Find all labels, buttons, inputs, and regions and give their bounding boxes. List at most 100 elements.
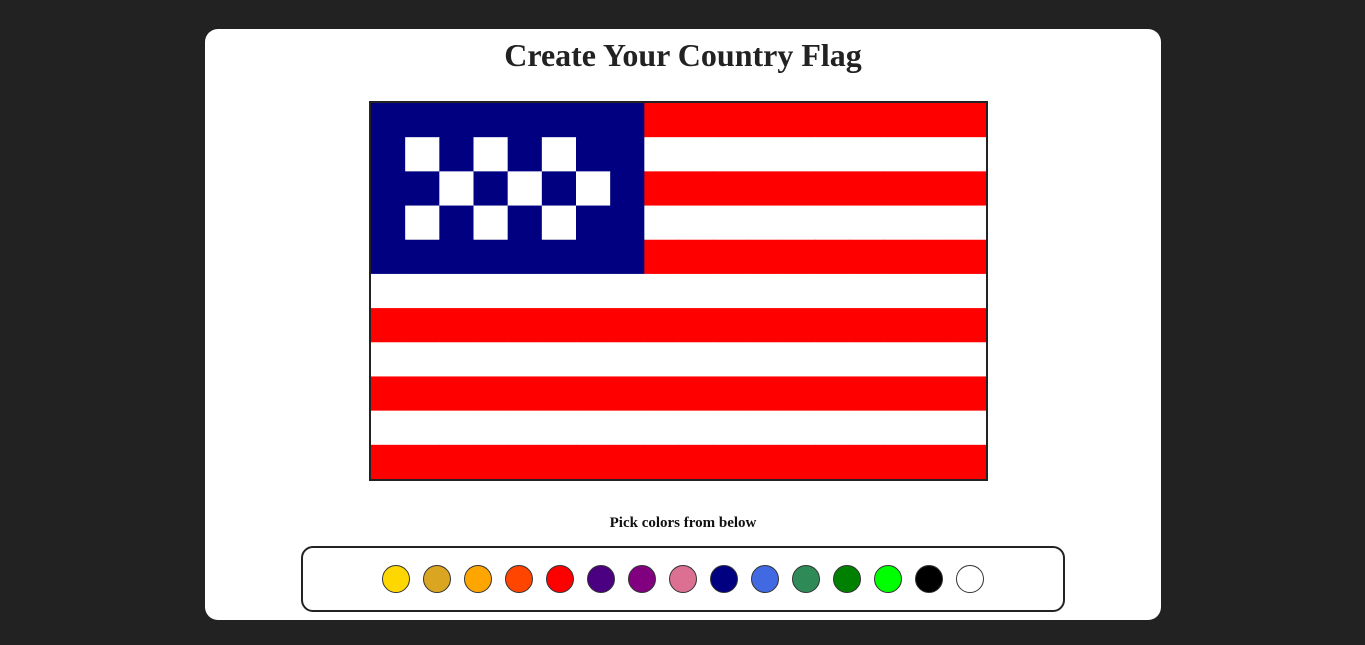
flag-cell[interactable] (712, 308, 748, 343)
flag-cell[interactable] (473, 273, 509, 309)
flag-cell[interactable] (849, 171, 885, 207)
flag-cell[interactable] (883, 444, 919, 479)
flag-cell[interactable] (439, 308, 475, 343)
flag-cell[interactable] (541, 273, 577, 309)
flag-cell[interactable] (781, 342, 816, 378)
flag-cell[interactable] (473, 137, 509, 172)
flag-cell[interactable] (371, 205, 406, 241)
flag-cell[interactable] (405, 205, 440, 241)
flag-cell[interactable] (541, 444, 577, 479)
flag-cell[interactable] (951, 444, 986, 479)
flag-cell[interactable] (405, 103, 440, 138)
flag-cell[interactable] (439, 137, 475, 172)
flag-cell[interactable] (371, 410, 406, 446)
flag-canvas[interactable] (369, 101, 988, 481)
flag-cell[interactable] (439, 205, 475, 241)
flag-cell[interactable] (951, 205, 986, 241)
flag-cell[interactable] (917, 171, 953, 207)
color-swatch[interactable] (505, 565, 533, 593)
flag-cell[interactable] (610, 103, 645, 138)
flag-cell[interactable] (644, 239, 680, 275)
flag-cell[interactable] (405, 410, 440, 446)
flag-cell[interactable] (815, 103, 850, 138)
flag-cell[interactable] (541, 137, 577, 172)
flag-cell[interactable] (610, 171, 645, 207)
flag-cell[interactable] (781, 308, 816, 343)
flag-cell[interactable] (507, 239, 543, 275)
flag-cell[interactable] (815, 239, 850, 275)
flag-cell[interactable] (678, 171, 714, 207)
flag-cell[interactable] (883, 273, 919, 309)
flag-cell[interactable] (371, 376, 406, 412)
flag-cell[interactable] (678, 137, 714, 172)
flag-cell[interactable] (507, 444, 543, 479)
flag-cell[interactable] (644, 342, 680, 378)
flag-cell[interactable] (576, 273, 611, 309)
flag-cell[interactable] (405, 444, 440, 479)
flag-cell[interactable] (815, 171, 850, 207)
flag-cell[interactable] (781, 273, 816, 309)
flag-cell[interactable] (849, 103, 885, 138)
flag-cell[interactable] (541, 410, 577, 446)
flag-cell[interactable] (576, 444, 611, 479)
flag-cell[interactable] (439, 171, 475, 207)
flag-cell[interactable] (781, 410, 816, 446)
flag-cell[interactable] (883, 239, 919, 275)
flag-cell[interactable] (917, 410, 953, 446)
flag-cell[interactable] (849, 444, 885, 479)
flag-cell[interactable] (439, 239, 475, 275)
flag-cell[interactable] (507, 410, 543, 446)
flag-cell[interactable] (610, 239, 645, 275)
flag-cell[interactable] (541, 205, 577, 241)
flag-cell[interactable] (917, 137, 953, 172)
color-swatch[interactable] (382, 565, 410, 593)
flag-cell[interactable] (815, 376, 850, 412)
flag-cell[interactable] (507, 205, 543, 241)
flag-cell[interactable] (746, 342, 782, 378)
flag-cell[interactable] (473, 171, 509, 207)
flag-cell[interactable] (405, 273, 440, 309)
flag-cell[interactable] (439, 103, 475, 138)
flag-cell[interactable] (815, 205, 850, 241)
flag-cell[interactable] (746, 444, 782, 479)
flag-cell[interactable] (712, 273, 748, 309)
color-swatch[interactable] (710, 565, 738, 593)
flag-cell[interactable] (849, 205, 885, 241)
flag-cell[interactable] (610, 205, 645, 241)
flag-cell[interactable] (507, 376, 543, 412)
color-swatch[interactable] (915, 565, 943, 593)
flag-cell[interactable] (371, 239, 406, 275)
flag-cell[interactable] (644, 205, 680, 241)
color-swatch[interactable] (587, 565, 615, 593)
flag-cell[interactable] (541, 103, 577, 138)
flag-cell[interactable] (541, 239, 577, 275)
flag-cell[interactable] (507, 273, 543, 309)
color-swatch[interactable] (792, 565, 820, 593)
color-swatch[interactable] (546, 565, 574, 593)
flag-cell[interactable] (917, 308, 953, 343)
flag-cell[interactable] (371, 137, 406, 172)
flag-cell[interactable] (815, 342, 850, 378)
flag-cell[interactable] (917, 444, 953, 479)
flag-cell[interactable] (371, 308, 406, 343)
flag-cell[interactable] (439, 342, 475, 378)
flag-cell[interactable] (576, 103, 611, 138)
flag-cell[interactable] (951, 171, 986, 207)
flag-cell[interactable] (507, 171, 543, 207)
flag-cell[interactable] (883, 410, 919, 446)
flag-cell[interactable] (712, 376, 748, 412)
flag-cell[interactable] (610, 273, 645, 309)
flag-cell[interactable] (917, 376, 953, 412)
flag-cell[interactable] (678, 205, 714, 241)
flag-cell[interactable] (576, 376, 611, 412)
flag-cell[interactable] (610, 410, 645, 446)
flag-cell[interactable] (746, 308, 782, 343)
color-swatch[interactable] (628, 565, 656, 593)
flag-cell[interactable] (883, 376, 919, 412)
flag-cell[interactable] (473, 444, 509, 479)
flag-cell[interactable] (883, 342, 919, 378)
flag-cell[interactable] (815, 137, 850, 172)
flag-cell[interactable] (405, 137, 440, 172)
flag-cell[interactable] (541, 342, 577, 378)
flag-cell[interactable] (678, 342, 714, 378)
